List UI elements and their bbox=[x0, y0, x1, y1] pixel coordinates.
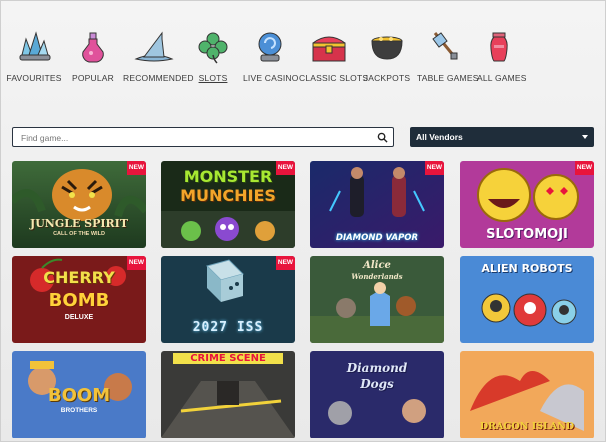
new-badge: NEW bbox=[127, 161, 146, 175]
game-subtitle: Dogs bbox=[360, 377, 394, 391]
vendor-selected: All Vendors bbox=[416, 132, 463, 142]
search-input[interactable] bbox=[19, 130, 373, 146]
crystal-cluster-icon bbox=[19, 31, 51, 61]
category-label: JACKPOTS bbox=[363, 73, 411, 83]
game-subtitle: BOMB bbox=[48, 290, 110, 311]
vase-icon bbox=[490, 32, 508, 62]
game-tile-crime-scene[interactable]: CRIME SCENE bbox=[161, 351, 295, 439]
category-favourites[interactable]: FAVOURITES bbox=[5, 27, 63, 91]
game-tile-jungle-spirit[interactable]: JUNGLE SPIRIT CALL OF THE WILD NEW bbox=[12, 161, 146, 248]
game-tile-diamond-vapor[interactable]: DIAMOND VAPOR NEW bbox=[310, 161, 444, 248]
crystal-ball-icon bbox=[258, 32, 282, 62]
game-tile-dragon-island[interactable]: DRAGON ISLAND bbox=[460, 351, 594, 439]
new-badge: NEW bbox=[127, 256, 146, 270]
battle-axe-icon bbox=[432, 32, 458, 60]
game-thumbnail bbox=[161, 351, 295, 438]
category-label: RECOMMENDED bbox=[123, 73, 194, 83]
category-label: FAVOURITES bbox=[6, 73, 62, 83]
new-badge: NEW bbox=[575, 161, 594, 175]
chevron-down-icon bbox=[582, 135, 588, 139]
game-search bbox=[12, 127, 394, 147]
category-label: TABLE GAMES bbox=[417, 73, 479, 83]
game-tile-monster-munchies[interactable]: MONSTER MUNCHIES NEW bbox=[161, 161, 295, 248]
casino-lobby: FAVOURITES POPULAR RECOMMENDED SLOTS LIV… bbox=[0, 0, 606, 442]
category-slots[interactable]: SLOTS bbox=[191, 27, 235, 91]
category-label: ALL GAMES bbox=[477, 73, 527, 83]
game-tile-boom-brothers[interactable]: BOOM BROTHERS bbox=[12, 351, 146, 439]
game-title: DRAGON ISLAND bbox=[479, 421, 575, 432]
treasure-chest-icon bbox=[312, 36, 346, 62]
category-recommended[interactable]: RECOMMENDED bbox=[123, 27, 194, 91]
gold-cauldron-icon bbox=[371, 36, 403, 60]
category-jackpots[interactable]: JACKPOTS bbox=[363, 27, 411, 91]
category-label: CLASSIC SLOTS bbox=[299, 73, 369, 83]
category-live-casino[interactable]: LIVE CASINO bbox=[243, 27, 299, 91]
game-subtitle: Wonderlands bbox=[351, 272, 403, 281]
wizard-hat-icon bbox=[134, 31, 174, 62]
game-title: MONSTER bbox=[183, 167, 273, 186]
game-tile-diamond-dogs[interactable]: Diamond Dogs bbox=[310, 351, 444, 439]
category-table-games[interactable]: TABLE GAMES bbox=[417, 27, 479, 91]
clover-icon bbox=[198, 32, 228, 64]
game-edition: DELUXE bbox=[64, 314, 94, 321]
category-popular[interactable]: POPULAR bbox=[69, 27, 117, 91]
game-title: 2027 ISS bbox=[192, 320, 264, 335]
category-label: LIVE CASINO bbox=[243, 73, 299, 83]
game-tile-slotomoji[interactable]: SLOTOMOJI NEW bbox=[460, 161, 594, 248]
category-label: POPULAR bbox=[71, 73, 115, 83]
game-tile-alice-wonderlands[interactable]: Alice Wonderlands bbox=[310, 256, 444, 343]
game-title: Alice bbox=[363, 260, 391, 271]
game-title: SLOTOMOJI bbox=[486, 227, 568, 242]
category-nav: FAVOURITES POPULAR RECOMMENDED SLOTS LIV… bbox=[6, 27, 531, 91]
new-badge: NEW bbox=[276, 161, 295, 175]
game-title: DIAMOND VAPOR bbox=[335, 233, 419, 243]
game-title: CHERRY bbox=[43, 268, 115, 287]
game-title: BOOM bbox=[47, 385, 111, 406]
category-all-games[interactable]: ALL GAMES bbox=[477, 27, 527, 91]
game-title: ALIEN ROBOTS bbox=[481, 262, 573, 275]
potion-bottle-icon bbox=[82, 32, 104, 63]
game-subtitle: BROTHERS bbox=[60, 407, 98, 414]
game-tile-alien-robots[interactable]: ALIEN ROBOTS bbox=[460, 256, 594, 343]
game-tile-cherry-bomb[interactable]: CHERRY BOMB DELUXE NEW bbox=[12, 256, 146, 343]
game-tile-2027-iss[interactable]: 2027 ISS NEW bbox=[161, 256, 295, 343]
game-subtitle: MUNCHIES bbox=[180, 186, 276, 205]
game-title: Diamond bbox=[346, 361, 408, 375]
new-badge: NEW bbox=[276, 256, 295, 270]
game-title: CRIME SCENE bbox=[173, 353, 283, 364]
game-subtitle: CALL OF THE WILD bbox=[53, 231, 105, 237]
vendor-dropdown[interactable]: All Vendors bbox=[410, 127, 594, 147]
category-classic-slots[interactable]: CLASSIC SLOTS bbox=[299, 27, 369, 91]
search-icon[interactable] bbox=[377, 132, 388, 143]
game-title: JUNGLE SPIRIT bbox=[29, 217, 129, 230]
category-label: SLOTS bbox=[198, 73, 228, 83]
new-badge: NEW bbox=[425, 161, 444, 175]
